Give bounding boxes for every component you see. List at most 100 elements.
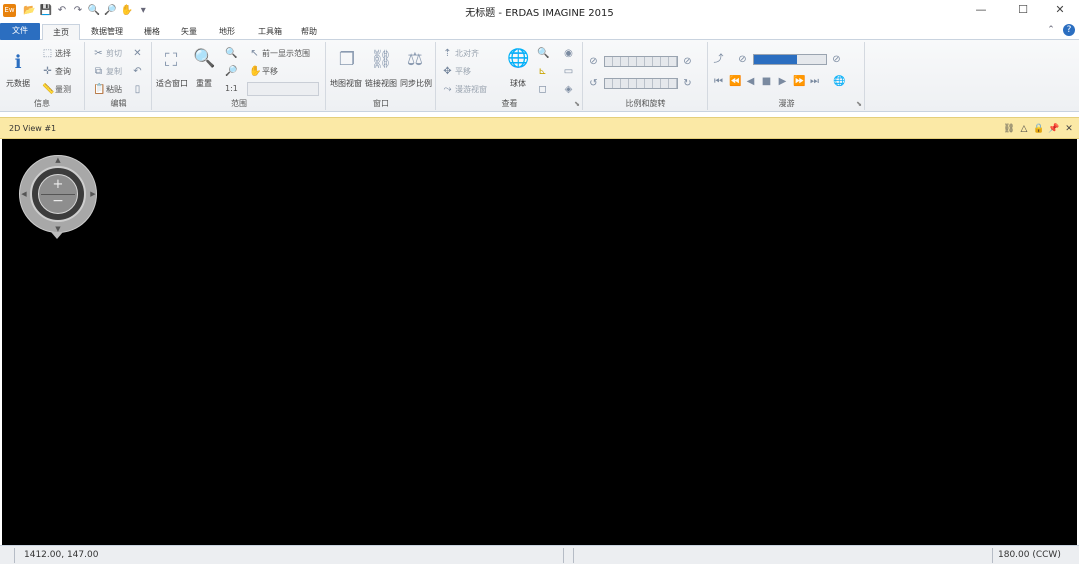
roam-icon: ⤳: [443, 84, 452, 95]
maximize-button[interactable]: ☐: [1004, 0, 1042, 22]
roam-speed-slider[interactable]: [753, 54, 827, 65]
view-pan-button[interactable]: ✥ 平移: [442, 66, 471, 77]
map-view-label[interactable]: 地图视窗: [329, 78, 363, 89]
scale-reset-icon[interactable]: ⊘: [588, 56, 599, 67]
link-icon[interactable]: ⛓: [1003, 123, 1015, 135]
play-icon[interactable]: ▶: [777, 76, 788, 87]
minimize-button[interactable]: —: [962, 0, 1000, 22]
tab-vector[interactable]: 矢量: [173, 24, 205, 40]
scale-options-icon[interactable]: ⊘: [682, 56, 693, 67]
collapse-ribbon-icon[interactable]: ⌃: [1045, 24, 1057, 36]
north-align-button[interactable]: ⇡ 北对齐: [442, 48, 479, 59]
roam-launcher-icon[interactable]: ⬊: [856, 100, 862, 108]
scale-button[interactable]: 1:1: [225, 84, 238, 93]
record-icon[interactable]: ◉: [563, 48, 574, 59]
scale-slider[interactable]: [604, 56, 678, 67]
stop-icon[interactable]: ■: [761, 76, 772, 87]
first-frame-icon[interactable]: ⏮: [713, 76, 724, 87]
move-icon: ✥: [443, 66, 452, 77]
tab-help[interactable]: 帮助: [294, 24, 324, 40]
paste-button[interactable]: 📋 粘贴: [93, 84, 122, 95]
group-info: ℹ 元数据 ⬚ 选择 ✛ 查询 📏 量测 信息: [0, 42, 85, 110]
tab-data-management[interactable]: 数据管理: [84, 24, 130, 40]
tab-raster[interactable]: 栅格: [134, 24, 170, 40]
zoom-minus-icon[interactable]: −: [39, 193, 77, 209]
globe-icon[interactable]: 🌐: [507, 48, 529, 70]
fit-to-frame-icon[interactable]: ⛶: [160, 50, 182, 72]
select-button[interactable]: ⬚ 选择: [42, 48, 71, 59]
frame-icon[interactable]: ▭: [563, 66, 574, 77]
pin-icon[interactable]: 📌: [1048, 123, 1060, 135]
rotate-ccw-icon[interactable]: ↺: [588, 78, 599, 89]
last-frame-icon[interactable]: ⏭: [809, 76, 820, 87]
cut-button[interactable]: ✂ 剪切: [93, 48, 122, 59]
select-icon: ⬚: [42, 48, 53, 59]
scalebar-icon[interactable]: ⊾: [537, 66, 548, 77]
roam-speed-icon[interactable]: ⊘: [737, 54, 748, 65]
metadata-button-label[interactable]: 元数据: [2, 78, 34, 89]
status-bar: 1412.00, 147.00 180.00 (CCW): [0, 545, 1079, 564]
status-coordinates: 1412.00, 147.00: [24, 550, 99, 560]
measure-button[interactable]: 📏 量测: [42, 84, 71, 95]
navigation-control[interactable]: ▲ ▼ ◀ ▶ + −: [19, 155, 97, 233]
link-views-label[interactable]: 链接视图: [364, 78, 398, 89]
group-extent: ⛶ 适合窗口 🔍 重置 🔍 🔎 1:1 ↖ 前一显示范围 ✋ 平移 范围: [153, 42, 326, 110]
reset-label[interactable]: 重置: [191, 78, 217, 89]
help-icon[interactable]: ?: [1063, 24, 1075, 36]
group-scale-rotate: ⊘ ⊘ ↺ ↻ 比例和旋转: [584, 42, 708, 110]
ribbon: ℹ 元数据 ⬚ 选择 ✛ 查询 📏 量测 信息 ✂ 剪切 ⧉ 复制 📋 粘贴 ✕ ↶ ▯ 编…: [0, 40, 1079, 112]
undo-edit-icon[interactable]: ↶: [132, 66, 143, 77]
warning-icon[interactable]: △: [1018, 123, 1030, 135]
page-icon[interactable]: ▯: [132, 84, 143, 95]
previous-extent-button[interactable]: ↖ 前一显示范围: [249, 48, 310, 59]
view-launcher-icon[interactable]: ⬊: [574, 100, 580, 108]
copy-button[interactable]: ⧉ 复制: [93, 66, 122, 77]
view-header: 2D View #1 ⛓ △ 🔒 📌 ✕: [0, 117, 1079, 139]
tab-file[interactable]: 文件: [0, 23, 40, 40]
rotate-slider[interactable]: [604, 78, 678, 89]
map-view-icon[interactable]: ❐: [336, 49, 358, 71]
scale-input[interactable]: [247, 82, 319, 96]
pan-right-icon[interactable]: ▶: [89, 190, 97, 198]
metadata-icon[interactable]: ℹ: [7, 52, 29, 74]
globe-label[interactable]: 球体: [505, 78, 531, 89]
view-close-icon[interactable]: ✕: [1063, 123, 1075, 135]
roam-globe-icon[interactable]: 🌐: [833, 76, 845, 87]
pan-up-icon[interactable]: ▲: [54, 156, 62, 164]
magnifier-icon[interactable]: 🔍: [193, 48, 215, 70]
rotate-cw-icon[interactable]: ↻: [682, 78, 693, 89]
map-canvas[interactable]: ▲ ▼ ◀ ▶ + −: [2, 139, 1077, 545]
step-back-icon[interactable]: ⏪: [729, 76, 741, 87]
navigation-inner-ring: + −: [30, 166, 86, 222]
tab-terrain[interactable]: 地形: [209, 24, 245, 40]
title-bar: Ew 📂 💾 ↶ ↷ 🔍 🔎 ✋ ▾ 无标题 - ERDAS IMAGINE 2…: [0, 0, 1079, 22]
zoom-box-icon[interactable]: 🔍: [537, 48, 549, 59]
scale-balance-icon[interactable]: ⚖: [404, 49, 426, 71]
window-title: 无标题 - ERDAS IMAGINE 2015: [465, 8, 614, 19]
scissors-icon: ✂: [94, 48, 103, 59]
roam-path-icon[interactable]: ⤴: [713, 54, 724, 65]
pan-left-icon[interactable]: ◀: [20, 190, 28, 198]
zoom-plus-icon[interactable]: +: [39, 177, 77, 192]
roam-options-icon[interactable]: ⊘: [831, 54, 842, 65]
close-button[interactable]: ✕: [1041, 0, 1079, 22]
fill-icon[interactable]: ◻: [537, 84, 548, 95]
roam-view-button[interactable]: ⤳ 漫游视窗: [442, 84, 488, 95]
zoom-in-icon[interactable]: 🔍: [225, 48, 237, 59]
tab-toolbox[interactable]: 工具箱: [250, 24, 290, 40]
inquire-button[interactable]: ✛ 查询: [42, 66, 71, 77]
delete-icon[interactable]: ✕: [132, 48, 143, 59]
zoom-out-icon[interactable]: 🔎: [225, 66, 237, 77]
pan-button[interactable]: ✋ 平移: [249, 66, 278, 77]
group-view: ⇡ 北对齐 ✥ 平移 ⤳ 漫游视窗 🌐 球体 🔍 ⊾ ◻ ◉ ▭ ◈ 查看 ⬊: [437, 42, 583, 110]
tab-home[interactable]: 主页: [42, 24, 80, 41]
ruler-icon: 📏: [42, 84, 55, 95]
step-forward-icon[interactable]: ⏩: [793, 76, 805, 87]
color-icon[interactable]: ◈: [563, 84, 574, 95]
lock-icon[interactable]: 🔒: [1033, 123, 1045, 135]
fit-to-frame-label[interactable]: 适合窗口: [154, 78, 190, 89]
sync-scale-label[interactable]: 同步比例: [398, 78, 434, 89]
play-reverse-icon[interactable]: ◀: [745, 76, 756, 87]
link-views-icon[interactable]: ⛓: [370, 49, 393, 71]
previous-extent-icon: ↖: [250, 48, 259, 59]
